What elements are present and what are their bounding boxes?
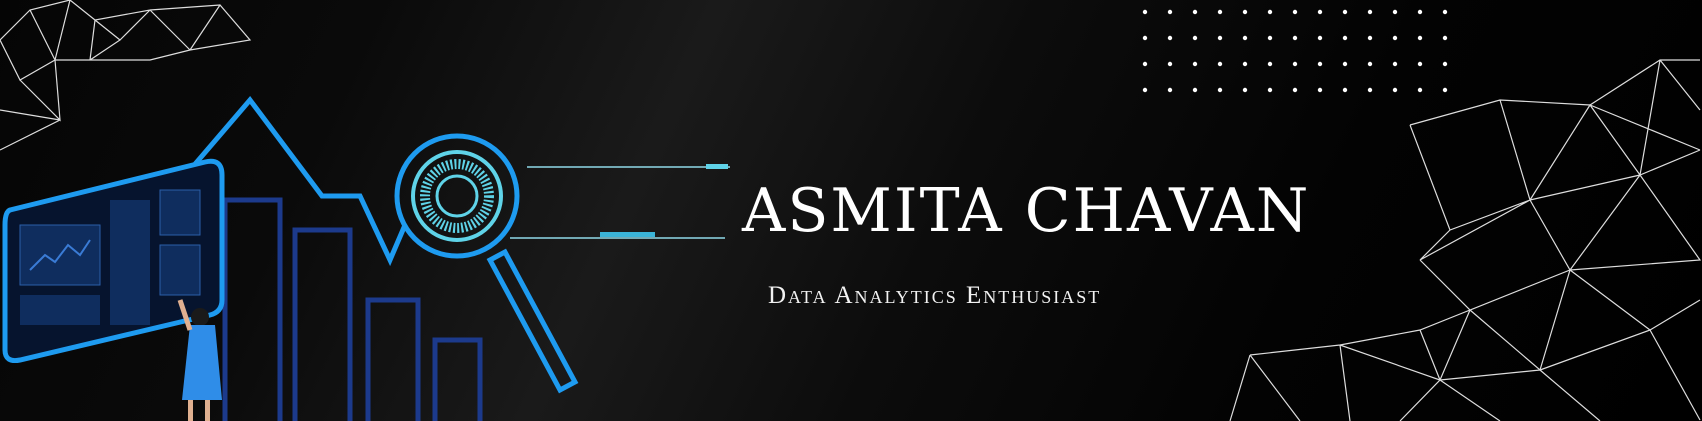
dot (1142, 87, 1148, 93)
dot (1392, 35, 1398, 41)
dot (1167, 35, 1173, 41)
dot (1167, 87, 1173, 93)
profile-banner: ASMITA CHAVAN Data Analytics Enthusiast (0, 0, 1702, 421)
magnifier-icon (394, 133, 730, 394)
dot (1167, 9, 1173, 15)
woman-figure-icon (177, 299, 222, 421)
dot (1342, 9, 1348, 15)
dot (1392, 9, 1398, 15)
dot (1367, 35, 1373, 41)
dot (1442, 61, 1448, 67)
dot-grid-icon (1142, 9, 1448, 93)
dot (1242, 35, 1248, 41)
dot (1417, 87, 1423, 93)
dot (1292, 9, 1298, 15)
dot (1292, 61, 1298, 67)
dot (1142, 61, 1148, 67)
dot (1267, 9, 1273, 15)
dot (1292, 87, 1298, 93)
polygon-mesh-icon (0, 0, 252, 151)
dot (1192, 9, 1198, 15)
dot (1367, 9, 1373, 15)
dot (1417, 61, 1423, 67)
dot (1367, 87, 1373, 93)
dot (1217, 9, 1223, 15)
dot (1417, 35, 1423, 41)
dot (1192, 61, 1198, 67)
dot (1342, 61, 1348, 67)
dot (1267, 61, 1273, 67)
dot (1442, 35, 1448, 41)
dot (1367, 61, 1373, 67)
dot (1242, 61, 1248, 67)
dot (1242, 9, 1248, 15)
dot (1242, 87, 1248, 93)
dot (1142, 9, 1148, 15)
dot (1292, 35, 1298, 41)
dot (1342, 87, 1348, 93)
dot (1317, 87, 1323, 93)
dot (1192, 35, 1198, 41)
dot (1217, 61, 1223, 67)
dot (1392, 87, 1398, 93)
dot (1317, 35, 1323, 41)
dot (1392, 61, 1398, 67)
dot (1342, 35, 1348, 41)
dot (1217, 87, 1223, 93)
dot (1217, 35, 1223, 41)
banner-subtitle: Data Analytics Enthusiast (768, 282, 1102, 309)
dot (1317, 9, 1323, 15)
dot (1267, 87, 1273, 93)
dot (1417, 9, 1423, 15)
dot (1142, 35, 1148, 41)
dot (1317, 61, 1323, 67)
dot (1442, 87, 1448, 93)
dot (1442, 9, 1448, 15)
dot (1267, 35, 1273, 41)
dot (1192, 87, 1198, 93)
banner-title: ASMITA CHAVAN (742, 176, 1311, 246)
dot (1167, 61, 1173, 67)
